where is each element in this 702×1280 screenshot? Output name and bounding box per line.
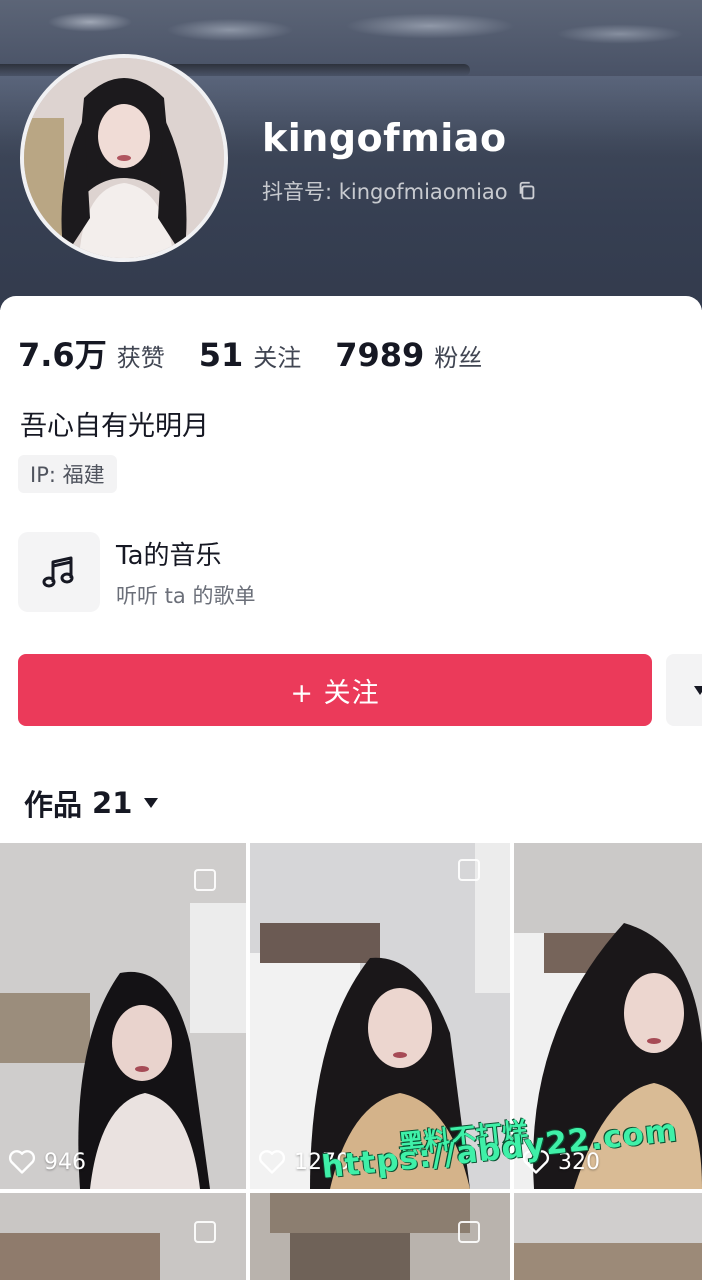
video-thumb-6[interactable] xyxy=(514,1193,702,1280)
douyin-id[interactable]: 抖音号: kingofmiaomiao xyxy=(262,176,538,206)
music-icon-box xyxy=(18,532,100,612)
follow-button[interactable]: + 关注 xyxy=(18,654,652,726)
follow-button-label: + 关注 xyxy=(290,677,380,709)
video-thumb-image xyxy=(0,843,246,1189)
stat-followers-label: 粉丝 xyxy=(434,344,483,372)
tab-works[interactable]: 作品 21 xyxy=(24,782,159,824)
heart-icon xyxy=(8,1150,36,1174)
heart-icon xyxy=(258,1150,286,1174)
copy-icon[interactable] xyxy=(516,180,538,202)
douyin-id-text: 抖音号: kingofmiaomiao xyxy=(262,180,508,204)
video-thumb-5[interactable] xyxy=(250,1193,510,1280)
video-likes: 946 xyxy=(8,1149,86,1175)
pin-icon xyxy=(458,859,480,881)
music-note-icon xyxy=(42,556,74,588)
music-text: Ta的音乐 听听 ta 的歌单 xyxy=(116,535,255,610)
avatar[interactable] xyxy=(20,54,228,262)
ip-location-tag: IP: 福建 xyxy=(18,455,117,493)
username: kingofmiao xyxy=(262,116,507,160)
stat-followers-value: 7989 xyxy=(335,336,425,374)
tab-works-count: 21 xyxy=(92,786,133,820)
caret-down-icon xyxy=(144,798,159,808)
video-thumb-4[interactable] xyxy=(0,1193,246,1280)
avatar-photo xyxy=(24,58,224,258)
video-thumb-image xyxy=(514,1193,702,1280)
more-options-button[interactable] xyxy=(666,654,702,726)
pin-icon xyxy=(194,869,216,891)
music-subtitle: 听听 ta 的歌单 xyxy=(116,583,256,608)
stat-following[interactable]: 51 关注 xyxy=(199,336,302,374)
stats-row: 7.6万 获赞 51 关注 7989 粉丝 xyxy=(18,330,516,376)
pin-icon xyxy=(194,1221,216,1243)
tab-works-label: 作品 xyxy=(24,788,83,822)
stat-likes-label: 获赞 xyxy=(116,344,165,372)
stat-followers[interactable]: 7989 粉丝 xyxy=(335,336,482,374)
pin-icon xyxy=(458,1221,480,1243)
music-card[interactable]: Ta的音乐 听听 ta 的歌单 xyxy=(18,532,255,612)
stat-likes[interactable]: 7.6万 获赞 xyxy=(18,330,165,376)
stat-following-value: 51 xyxy=(198,336,244,374)
music-title: Ta的音乐 xyxy=(116,540,222,571)
bio-text: 吾心自有光明月 xyxy=(20,411,209,442)
chevron-down-icon xyxy=(694,686,702,695)
stat-following-label: 关注 xyxy=(253,344,302,372)
stat-likes-value: 7.6万 xyxy=(18,336,107,374)
video-thumb-1[interactable]: 946 xyxy=(0,843,246,1189)
video-likes-count: 946 xyxy=(44,1149,86,1175)
